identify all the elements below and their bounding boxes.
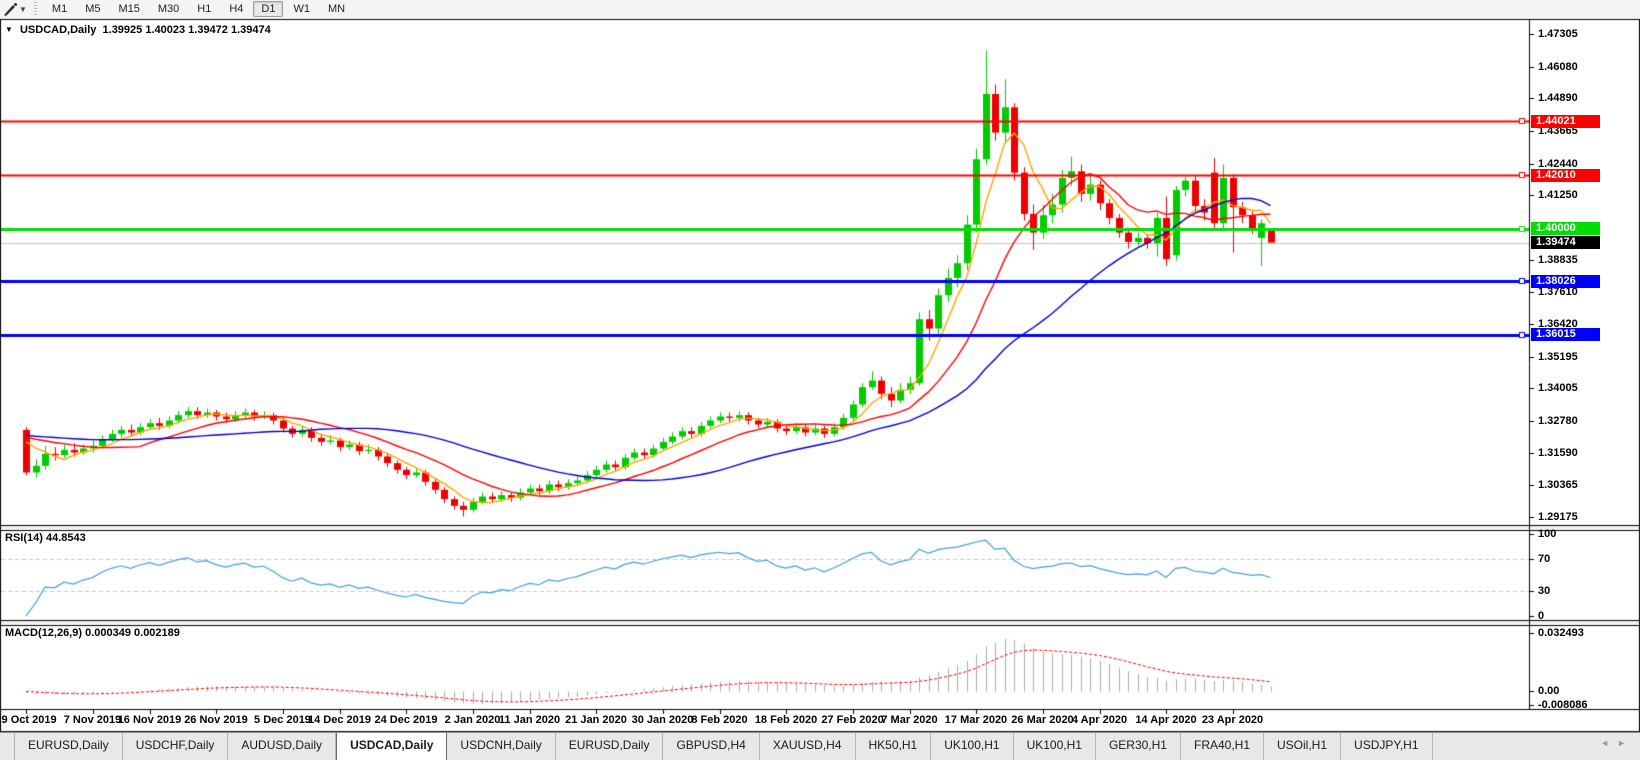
timeframe-button-m15[interactable]: M15 bbox=[110, 1, 147, 17]
timeframe-button-m30[interactable]: M30 bbox=[150, 1, 187, 17]
price-axis-tick: 1.29175 bbox=[1538, 511, 1578, 524]
macd-scale-tick: -0.008086 bbox=[1538, 699, 1588, 712]
price-axis-tick: 1.37610 bbox=[1538, 286, 1578, 299]
tab-scroll-right-icon[interactable]: ► bbox=[1617, 738, 1634, 748]
chart-ohlc-values: 1.39925 1.40023 1.39472 1.39474 bbox=[103, 24, 271, 36]
chart-tab-eurusd-daily[interactable]: EURUSD,Daily bbox=[556, 733, 664, 760]
price-axis-tick: 1.30365 bbox=[1538, 479, 1578, 492]
rsi-scale-tick: 0 bbox=[1538, 610, 1544, 623]
rsi-indicator-label: RSI(14) 44.8543 bbox=[5, 532, 86, 544]
date-axis-label: 23 Apr 2020 bbox=[1193, 714, 1273, 726]
macd-scale-tick: 0.00 bbox=[1538, 685, 1559, 698]
mt4-terminal: { "toolbar": { "drawing_tool_icon": "pen… bbox=[0, 0, 1640, 760]
hline-price-badge: 1.40000 bbox=[1531, 222, 1600, 235]
timeframe-button-h4[interactable]: H4 bbox=[221, 1, 251, 17]
chart-tab-usdcnh-daily[interactable]: USDCNH,Daily bbox=[447, 733, 555, 760]
price-axis-tick: 1.41250 bbox=[1538, 189, 1578, 202]
chart-tab-gbpusd-h4[interactable]: GBPUSD,H4 bbox=[663, 733, 759, 760]
rsi-scale-tick: 100 bbox=[1538, 528, 1556, 541]
timeframe-buttons: M1M5M15M30H1H4D1W1MN bbox=[43, 3, 354, 15]
rsi-scale-tick: 30 bbox=[1538, 585, 1550, 598]
chart-tab-uk100-h1[interactable]: UK100,H1 bbox=[931, 733, 1013, 760]
macd-indicator-label: MACD(12,26,9) 0.000349 0.002189 bbox=[5, 627, 180, 639]
hline-price-badge: 1.42010 bbox=[1531, 169, 1600, 182]
timeframe-button-m5[interactable]: M5 bbox=[77, 1, 108, 17]
chart-tab-hk50-h1[interactable]: HK50,H1 bbox=[856, 733, 932, 760]
price-chart-canvas[interactable] bbox=[0, 0, 1640, 760]
price-axis-tick: 1.46080 bbox=[1538, 61, 1578, 74]
timeframe-button-mn[interactable]: MN bbox=[320, 1, 353, 17]
chart-window-tabs: EURUSD,DailyUSDCHF,DailyAUDUSD,DailyUSDC… bbox=[0, 732, 1640, 760]
timeframe-button-d1[interactable]: D1 bbox=[253, 1, 283, 17]
chart-tab-xauusd-h4[interactable]: XAUUSD,H4 bbox=[760, 733, 856, 760]
macd-scale-tick: 0.032493 bbox=[1538, 627, 1584, 640]
chart-tab-fra40-h1[interactable]: FRA40,H1 bbox=[1181, 733, 1264, 760]
chart-tab-usdchf-daily[interactable]: USDCHF,Daily bbox=[123, 733, 229, 760]
chart-symbol: USDCAD,Daily bbox=[20, 24, 96, 36]
price-axis-tick: 1.34005 bbox=[1538, 382, 1578, 395]
chart-tab-audusd-daily[interactable]: AUDUSD,Daily bbox=[228, 733, 336, 760]
tab-scroll-arrows: ◄► bbox=[1600, 738, 1634, 748]
chart-tab-usdcad-daily[interactable]: USDCAD,Daily bbox=[336, 733, 447, 760]
chart-tab-uk100-h1[interactable]: UK100,H1 bbox=[1014, 733, 1096, 760]
timeframe-button-w1[interactable]: W1 bbox=[285, 1, 318, 17]
current-price-badge: 1.39474 bbox=[1531, 236, 1600, 249]
price-axis-tick: 1.38835 bbox=[1538, 254, 1578, 267]
price-axis-tick: 1.35195 bbox=[1538, 351, 1578, 364]
price-axis-tick: 1.31590 bbox=[1538, 447, 1578, 460]
price-axis-tick: 1.44890 bbox=[1538, 92, 1578, 105]
drawing-tool-icon[interactable] bbox=[2, 2, 18, 16]
toolbar-grip bbox=[34, 2, 37, 16]
chart-tab-usoil-h1[interactable]: USOil,H1 bbox=[1264, 733, 1341, 760]
tab-scroll-left-icon[interactable]: ◄ bbox=[1600, 738, 1617, 748]
collapse-triangle-icon[interactable]: ▼ bbox=[5, 25, 13, 34]
hline-price-badge: 1.44021 bbox=[1531, 115, 1600, 128]
rsi-scale-tick: 70 bbox=[1538, 553, 1550, 566]
timeframe-toolbar: ▼ M1M5M15M30H1H4D1W1MN bbox=[0, 0, 1640, 19]
price-axis-tick: 1.47305 bbox=[1538, 28, 1578, 41]
chart-tab-usdjpy-h1[interactable]: USDJPY,H1 bbox=[1341, 733, 1432, 760]
chart-title: ▼ USDCAD,Daily 1.39925 1.40023 1.39472 1… bbox=[5, 24, 271, 36]
hline-price-badge: 1.36015 bbox=[1531, 328, 1600, 341]
price-axis-tick: 1.32780 bbox=[1538, 415, 1578, 428]
chart-tab-eurusd-daily[interactable]: EURUSD,Daily bbox=[14, 733, 123, 760]
timeframe-button-m1[interactable]: M1 bbox=[44, 1, 75, 17]
drawing-tool-dropdown-icon[interactable]: ▼ bbox=[19, 5, 27, 14]
timeframe-button-h1[interactable]: H1 bbox=[189, 1, 219, 17]
hline-price-badge: 1.38026 bbox=[1531, 275, 1600, 288]
chart-tab-ger30-h1[interactable]: GER30,H1 bbox=[1096, 733, 1181, 760]
